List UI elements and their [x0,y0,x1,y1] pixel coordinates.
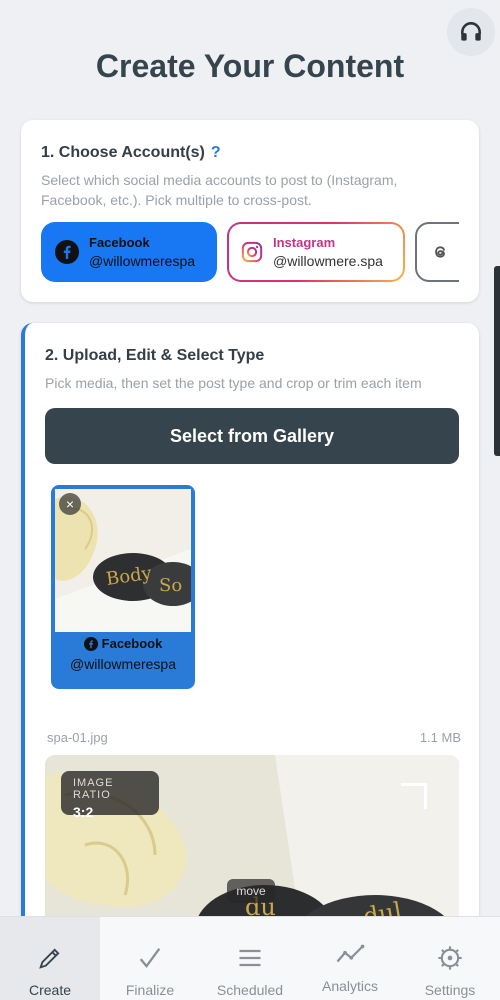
move-handle[interactable]: move [227,879,275,903]
file-name: spa-01.jpg [47,730,108,745]
crop-corner-handle[interactable] [401,783,427,809]
svg-text:So: So [159,575,182,596]
tab-settings[interactable]: Settings [400,917,500,1000]
section-title: 1. Choose Account(s)? [41,144,221,162]
headset-icon [461,22,481,41]
section-description: Pick media, then set the post type and c… [45,375,422,391]
account-chip-facebook[interactable]: Facebook @willowmerespa [41,222,217,282]
checkmark-icon [139,947,161,969]
help-link[interactable]: ? [211,144,221,161]
facebook-icon [83,636,98,651]
tab-scheduled[interactable]: Scheduled [200,917,300,1000]
account-chip-threads[interactable] [415,222,459,282]
page-title: Create Your Content [95,48,405,84]
facebook-icon [55,240,79,264]
media-item[interactable]: Body So × Facebook @willowmerespa [51,485,195,689]
media-network-label: Facebook [101,636,163,651]
threads-icon [435,246,446,258]
media-handle: @willowmerespa [69,656,177,672]
scroll-indicator[interactable] [494,266,500,456]
image-ratio-value: 3:2 [73,804,94,820]
list-icon [239,949,261,967]
bottom-tab-bar: Create Finalize Scheduled Analytics Sett… [0,916,500,1000]
tab-label: Analytics [321,978,379,994]
image-ratio-badge[interactable]: IMAGE RATIO 3:2 [61,771,159,820]
tab-label: Settings [424,982,476,998]
image-ratio-label: IMAGE RATIO [73,777,114,801]
section-description: Select which social media accounts to po… [41,172,398,208]
account-handle: @willowmere.spa [273,253,383,269]
pencil-icon [39,948,60,969]
tab-label: Scheduled [216,982,284,998]
tab-label: Finalize [125,982,175,998]
file-size: 1.1 MB [419,730,461,745]
account-network: Instagram [273,235,336,250]
file-info: spa-01.jpg 1.1 MB [47,730,461,745]
account-chip-instagram[interactable]: Instagram @willowmere.spa [227,222,405,282]
account-selector: Facebook @willowmerespa Instagram @willo… [41,222,459,284]
tab-analytics[interactable]: Analytics [300,917,400,1000]
tab-create[interactable]: Create [0,917,100,1000]
section-title: 2. Upload, Edit & Select Type [45,347,265,364]
remove-media-button[interactable]: × [59,493,81,515]
tab-finalize[interactable]: Finalize [100,917,200,1000]
gear-icon [438,946,462,970]
account-handle: @willowmerespa [89,253,196,269]
tab-label: Create [28,982,72,998]
media-network: Facebook [55,636,191,651]
instagram-icon [241,241,263,263]
section-title-text: 1. Choose Account(s) [41,144,205,161]
choose-accounts-card: 1. Choose Account(s)? Select which socia… [21,120,479,302]
crop-preview[interactable]: du dul IMAGE RATIO 3:2 move [45,755,459,943]
media-thumbnail: Body So × [55,489,191,632]
chart-line-icon [336,944,365,963]
upload-card: 2. Upload, Edit & Select Type Pick media… [21,323,479,943]
account-network: Facebook [89,235,150,250]
select-from-gallery-button[interactable]: Select from Gallery [45,408,459,464]
